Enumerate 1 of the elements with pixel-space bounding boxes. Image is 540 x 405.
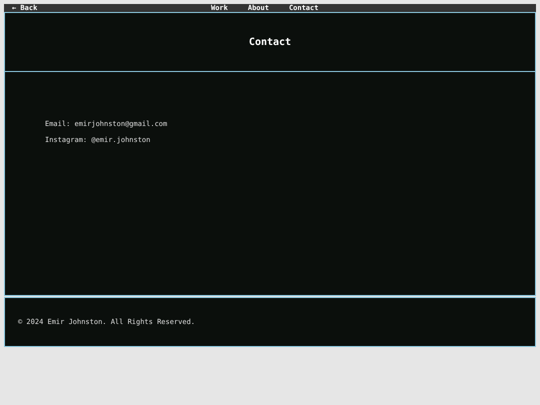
page-title: Contact [248,36,292,48]
